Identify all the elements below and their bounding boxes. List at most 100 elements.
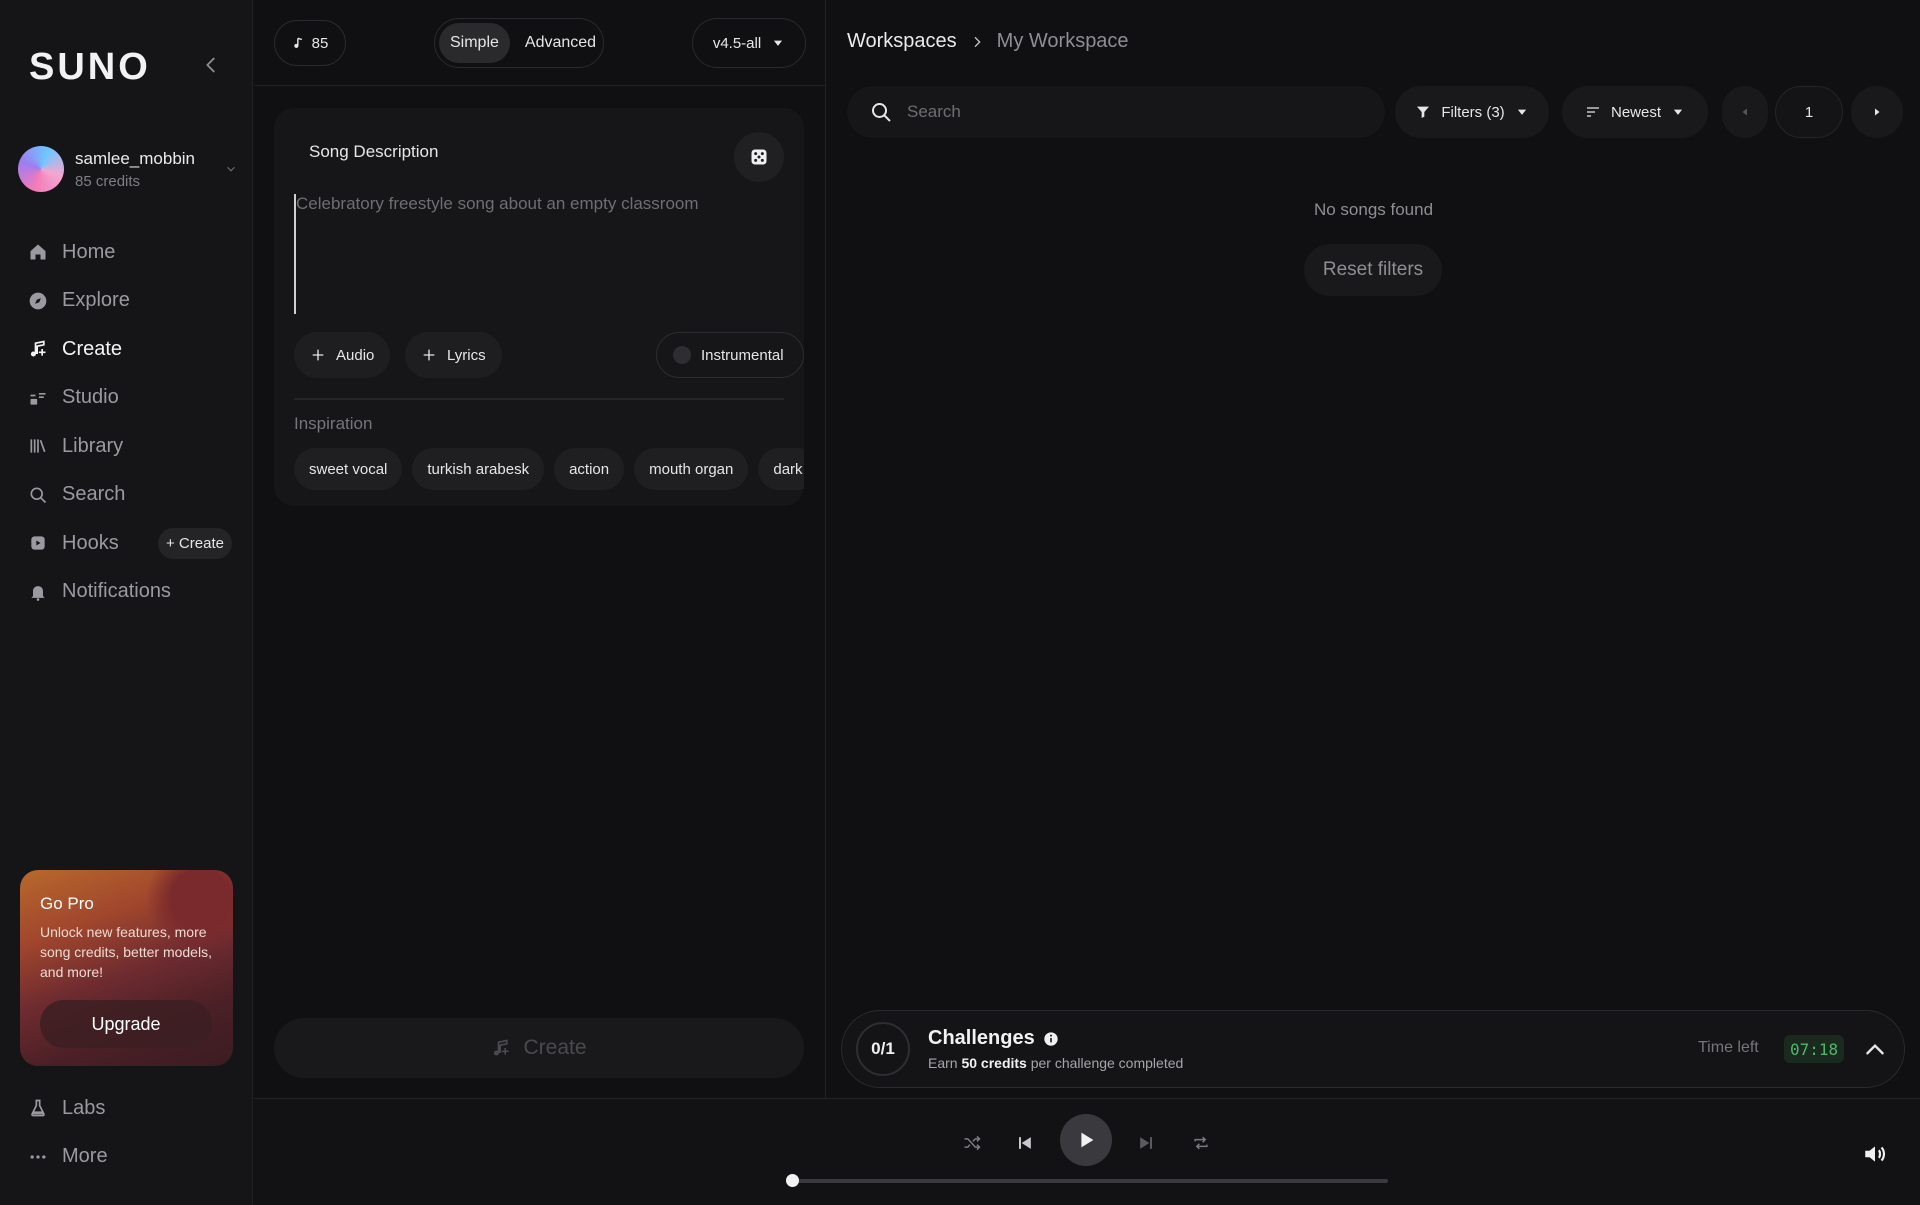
credits-pill[interactable]: 85 xyxy=(274,20,346,66)
nav-item-library[interactable]: Library xyxy=(28,422,238,471)
go-pro-description: Unlock new features, more song credits, … xyxy=(40,924,212,980)
challenges-sub-credits: 50 credits xyxy=(961,1055,1027,1071)
skip-forward-icon xyxy=(1140,1137,1152,1149)
nav-item-studio[interactable]: Studio xyxy=(28,374,238,423)
empty-state-text: No songs found xyxy=(1313,200,1434,219)
shuffle-icon xyxy=(964,1135,981,1151)
previous-page-button[interactable] xyxy=(1722,86,1768,138)
nav-item-home[interactable]: Home xyxy=(28,228,238,277)
play-icon xyxy=(1081,1132,1094,1148)
chevron-down-icon xyxy=(227,166,235,172)
time-left-value: 07:18 xyxy=(1784,1035,1845,1063)
next-track-button[interactable] xyxy=(1124,1121,1168,1165)
add-lyrics-button[interactable]: Lyrics xyxy=(405,332,502,378)
hooks-icon xyxy=(31,536,45,550)
user-credits: 85 credits xyxy=(75,172,141,190)
filter-icon xyxy=(1417,106,1430,118)
time-left-label: Time left xyxy=(1698,1039,1759,1056)
progress-bar[interactable] xyxy=(792,1179,1388,1183)
nav-item-notifications[interactable]: Notifications xyxy=(28,568,238,617)
nav-item-hooks[interactable]: Hooks + Create xyxy=(28,519,238,568)
sort-button[interactable]: Newest xyxy=(1562,86,1708,138)
page-number[interactable]: 1 xyxy=(1775,86,1843,138)
inspiration-tag[interactable]: turkish arabesk xyxy=(412,448,545,490)
next-page-button[interactable] xyxy=(1851,86,1903,138)
add-audio-button[interactable]: Audio xyxy=(294,332,391,378)
credits-count: 85 xyxy=(311,34,329,52)
breadcrumb-workspaces[interactable]: Workspaces xyxy=(847,30,957,53)
create-panel: 85 Simple Advanced v4.5-all Song Descrip… xyxy=(254,0,826,1098)
volume-button[interactable] xyxy=(1862,1141,1890,1169)
challenges-expand-button[interactable] xyxy=(1862,1037,1888,1063)
user-name: samlee_mobbin xyxy=(75,148,196,168)
instrumental-toggle[interactable]: Instrumental xyxy=(656,332,804,378)
challenges-bar[interactable]: 0/1 Challenges Earn 50 credits per chall… xyxy=(841,1010,1905,1088)
inspiration-tag[interactable]: mouth organ xyxy=(634,448,749,490)
add-audio-label: Audio xyxy=(336,346,375,364)
flask-icon xyxy=(31,1099,45,1117)
music-plus-icon xyxy=(30,340,46,357)
nav-item-create[interactable]: Create xyxy=(28,325,238,374)
nav-item-label: Library xyxy=(62,434,124,457)
music-plus-icon xyxy=(494,1039,509,1056)
chevron-right-icon xyxy=(974,36,981,47)
caret-down-icon xyxy=(774,40,783,46)
challenges-title: Challenges xyxy=(928,1027,1059,1050)
inspiration-tags: sweet vocal turkish arabesk action mouth… xyxy=(294,448,804,490)
repeat-button[interactable] xyxy=(1179,1121,1223,1165)
nav-item-search[interactable]: Search xyxy=(28,471,238,520)
challenge-progress: 0/1 xyxy=(856,1022,910,1076)
nav-item-label: Home xyxy=(62,240,116,263)
progress-handle[interactable] xyxy=(786,1174,799,1187)
chevron-up-icon xyxy=(1866,1043,1884,1055)
plus-icon xyxy=(312,349,324,361)
go-pro-title: Go Pro xyxy=(40,894,94,913)
create-button[interactable]: Create xyxy=(274,1018,804,1078)
random-prompt-button[interactable] xyxy=(734,132,784,182)
workspace-panel: Workspaces My Workspace Filters (3) Newe… xyxy=(827,0,1920,1098)
mode-simple-tab[interactable]: Simple xyxy=(439,23,510,63)
upgrade-button[interactable]: Upgrade xyxy=(40,1000,212,1048)
nav-item-label: Explore xyxy=(62,289,130,312)
previous-track-button[interactable] xyxy=(1003,1121,1047,1165)
nav-item-more[interactable]: More xyxy=(28,1133,228,1182)
hooks-create-button[interactable]: + Create xyxy=(158,528,232,559)
create-topbar: 85 Simple Advanced v4.5-all xyxy=(254,0,826,86)
inspiration-tag[interactable]: action xyxy=(554,448,625,490)
mode-toggle: Simple Advanced xyxy=(434,18,604,68)
sort-icon xyxy=(1586,107,1599,117)
song-description-label: Song Description xyxy=(309,142,439,161)
mode-advanced-tab[interactable]: Advanced xyxy=(514,23,607,63)
ellipsis-icon xyxy=(30,1155,46,1159)
play-button[interactable] xyxy=(1060,1114,1112,1166)
filters-button[interactable]: Filters (3) xyxy=(1395,86,1549,138)
user-menu[interactable]: samlee_mobbin 85 credits xyxy=(18,144,238,194)
compass-icon xyxy=(29,292,47,310)
model-select[interactable]: v4.5-all xyxy=(692,18,806,68)
sort-label: Newest xyxy=(1610,103,1662,121)
nav-item-label: More xyxy=(62,1145,108,1168)
inspiration-tag[interactable]: sweet vocal xyxy=(294,448,403,490)
shuffle-button[interactable] xyxy=(950,1121,994,1165)
bottom-nav: Labs More xyxy=(28,1084,228,1181)
filters-label: Filters (3) xyxy=(1441,103,1505,121)
info-icon[interactable] xyxy=(1043,1031,1059,1047)
go-pro-card: Go Pro Unlock new features, more song cr… xyxy=(20,870,233,1066)
inspiration-tag[interactable]: dark xyxy=(758,448,804,490)
collapse-sidebar-button[interactable] xyxy=(200,54,222,76)
search-icon xyxy=(30,487,47,503)
nav-item-explore[interactable]: Explore xyxy=(28,277,238,326)
add-lyrics-label: Lyrics xyxy=(447,346,486,364)
reset-filters-button[interactable]: Reset filters xyxy=(1304,244,1442,296)
nav-item-labs[interactable]: Labs xyxy=(28,1084,228,1133)
caret-right-icon xyxy=(1875,108,1880,116)
song-description-input[interactable] xyxy=(294,194,784,314)
challenges-title-text: Challenges xyxy=(928,1027,1035,1049)
music-note-icon xyxy=(293,37,302,48)
divider xyxy=(294,398,784,400)
search-input[interactable] xyxy=(907,102,1363,122)
breadcrumb: Workspaces My Workspace xyxy=(847,30,1129,53)
nav-item-label: Search xyxy=(62,483,126,506)
suno-logo[interactable]: SUNO xyxy=(29,46,151,89)
plus-icon xyxy=(423,349,435,361)
